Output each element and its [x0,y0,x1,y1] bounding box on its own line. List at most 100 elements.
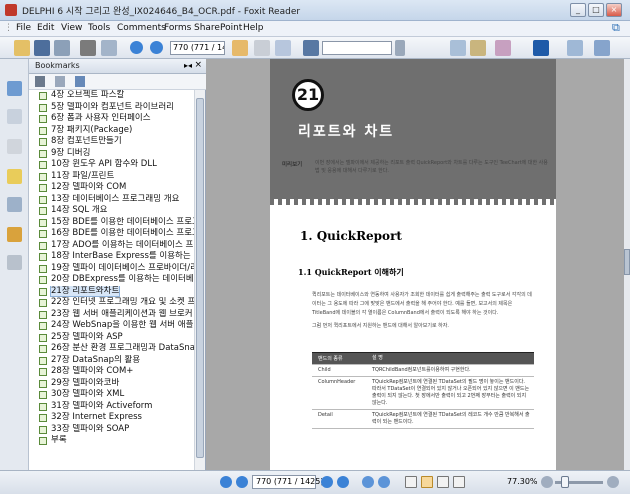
highlight-icon[interactable] [495,40,511,56]
binoculars-icon[interactable] [303,40,319,56]
bookmark-item[interactable]: 30장 델파이와 XML [29,389,194,401]
bookmark-item[interactable]: 10장 윈도우 API 함수와 DLL [29,159,194,171]
new-bookmark-icon[interactable] [55,76,65,87]
bookmarks-scrollbar[interactable] [194,90,205,470]
bookmark-item[interactable]: 26장 분산 환경 프로그래밍과 DataSnap [29,343,194,355]
panel-options-icon[interactable]: ▸◂ [184,61,192,70]
next-page-icon[interactable] [150,41,163,54]
bookmark-item[interactable]: 20장 DBExpress를 이용하는 데이터베이 [29,274,194,286]
bookmark-item[interactable]: 29장 델파이와코바 [29,378,194,390]
zoom-level[interactable]: 77.30% [507,477,538,486]
bookmark-item[interactable]: 9장 디버깅 [29,148,194,160]
bookmark-label: 18장 InterBase Express를 이용하는 데이 [51,251,194,261]
continuous-facing-icon[interactable] [453,476,465,488]
last-page-icon[interactable] [337,476,349,488]
bookmark-item[interactable]: 부록 [29,435,194,447]
document-icon[interactable] [567,40,583,56]
bookmark-item[interactable]: 18장 InterBase Express를 이용하는 데이 [29,251,194,263]
save-all-icon[interactable] [54,40,70,56]
minimize-button[interactable]: _ [570,3,586,17]
status-page-input[interactable]: 770 (771 / 1425) [252,475,323,489]
select-text-icon[interactable] [254,40,270,56]
expand-bookmark-icon[interactable] [75,76,85,87]
save-icon[interactable] [34,40,50,56]
facing-icon[interactable] [437,476,449,488]
go-forward-icon[interactable] [378,476,390,488]
bookmark-item[interactable]: 25장 델파이와 ASP [29,332,194,344]
bookmark-item[interactable]: 4장 오브젝트 파스칼 [29,90,194,102]
body-paragraph-1: 퀵리포트는 데이터베이스와 연동하여 사용자가 조회한 데이터를 쉽게 출력해주… [312,292,532,316]
bookmark-item[interactable]: 8장 컴포넌트만들기 [29,136,194,148]
go-back-icon[interactable] [362,476,374,488]
bookmarks-panel-icon[interactable] [7,81,22,96]
open-icon[interactable] [14,40,30,56]
zoom-in-icon[interactable] [607,476,619,488]
bookmark-item[interactable]: 13장 데이터베이스 프로그래밍 개요 [29,194,194,206]
table-row: Detail TQuickRep컴포넌트에 연결된 TDataSet의 레코드 … [312,410,534,429]
menu-file[interactable]: File [16,23,31,33]
signatures-panel-icon[interactable] [7,255,22,270]
continuous-icon[interactable] [421,476,433,488]
bookmark-item[interactable]: 28장 델파이와 COM+ [29,366,194,378]
bookmarks-scroll-thumb[interactable] [196,98,204,458]
bookmark-item[interactable]: 23장 웹 서버 애플리케이션과 웹 브로커 [29,309,194,321]
next-page-status-icon[interactable] [321,476,333,488]
bookmark-item[interactable]: 15장 BDE를 이용한 데이터베이스 프로그 [29,217,194,229]
menu-help[interactable]: Help [243,23,264,33]
sharepoint-icon[interactable] [533,40,549,56]
document-scroll-thumb[interactable] [624,249,630,275]
bookmark-item[interactable]: 27장 DataSnap의 활용 [29,355,194,367]
find-options-icon[interactable] [395,40,405,56]
maximize-button[interactable]: □ [588,3,604,17]
comments-panel-icon[interactable] [7,169,22,184]
table-cell: Child [318,367,331,373]
previous-page-icon[interactable] [130,41,143,54]
security-panel-icon[interactable] [7,227,22,242]
bookmark-item[interactable]: 14장 SQL 개요 [29,205,194,217]
delete-bookmark-icon[interactable] [35,76,45,87]
panel-close-icon[interactable]: × [194,60,202,70]
bookmark-item[interactable]: 33장 델파이와 SOAP [29,424,194,436]
bookmark-item[interactable]: 5장 델파이와 컴포넌트 라이브러리 [29,102,194,114]
bookmark-item[interactable]: 22장 인터넷 프로그래밍 개요 및 소켓 프 [29,297,194,309]
layers-panel-icon[interactable] [7,139,22,154]
document-view[interactable]: 21 리포트와 차트 미리보기 이번 장에서는 델파이에서 제공하는 리포트 출… [206,59,630,470]
first-page-icon[interactable] [220,476,232,488]
email-icon[interactable] [101,40,117,56]
menu-comments[interactable]: Comments [117,23,166,33]
bookmark-item[interactable]: 7장 패키지(Package) [29,125,194,137]
typewriter-icon[interactable] [450,40,466,56]
menu-forms[interactable]: Forms [164,23,191,33]
single-page-icon[interactable] [405,476,417,488]
bookmark-item[interactable]: 6장 폼과 사용자 인터페이스 [29,113,194,125]
zoom-out-icon[interactable] [541,476,553,488]
bookmark-item[interactable]: 12장 델파이와 COM [29,182,194,194]
bookmark-item[interactable]: 24장 WebSnap을 이용한 웹 서버 애플리 [29,320,194,332]
fit-page-icon[interactable] [594,40,610,56]
hand-tool-icon[interactable] [232,40,248,56]
bookmark-item[interactable]: 11장 파일/프린트 [29,171,194,183]
bookmark-item[interactable]: 19장 델파이 데이터베이스 프로바이더/리 [29,263,194,275]
menu-view[interactable]: View [61,23,82,33]
note-icon[interactable] [470,40,486,56]
prev-page-icon[interactable] [236,476,248,488]
bookmark-item[interactable]: 32장 Internet Express [29,412,194,424]
menu-edit[interactable]: Edit [37,23,54,33]
bookmark-icon [39,195,47,204]
find-input[interactable] [322,41,392,55]
bookmark-item[interactable]: 17장 ADO를 이용하는 데이터베이스 프 [29,240,194,252]
restore-icon[interactable]: ⧉ [612,21,620,35]
menu-sharepoint[interactable]: SharePoint [194,23,242,33]
menu-tools[interactable]: Tools [88,23,110,33]
document-scrollbar[interactable] [624,59,630,470]
print-icon[interactable] [80,40,96,56]
bookmark-item[interactable]: 16장 BDE를 이용한 데이터베이스 프로그 [29,228,194,240]
bookmark-item[interactable]: 31장 델파이와 Activeform [29,401,194,413]
select-cursor-icon[interactable] [275,40,291,56]
pages-panel-icon[interactable] [7,109,22,124]
attachments-panel-icon[interactable] [7,197,22,212]
close-button[interactable]: × [606,3,622,17]
zoom-slider-knob[interactable] [561,476,569,488]
bookmark-item[interactable]: 21장 리포트와차트 [29,285,194,298]
page-number-input[interactable]: 770 (771 / 142 [170,41,225,55]
